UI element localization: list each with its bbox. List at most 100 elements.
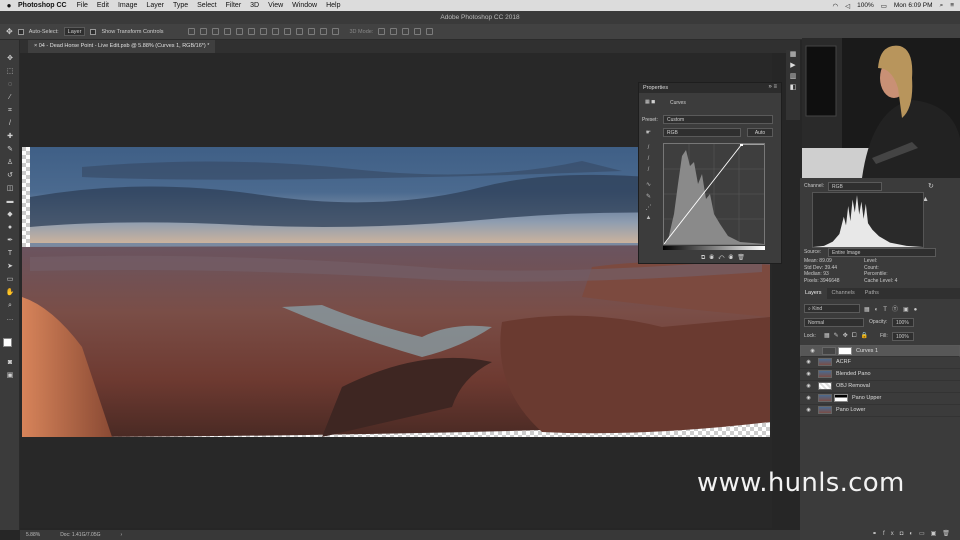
type-tool-icon[interactable]: T	[4, 249, 16, 259]
preset-dropdown[interactable]: Custom	[663, 115, 773, 124]
menu-help[interactable]: Help	[326, 2, 340, 9]
menu-app-name[interactable]: Photoshop CC	[18, 2, 67, 9]
panel-menu-icon[interactable]: » ≡	[768, 84, 777, 90]
refresh-icon[interactable]: ↻	[928, 182, 934, 190]
screen-mode-icon[interactable]: ▣	[4, 371, 16, 381]
blur-tool-icon[interactable]: ◆	[4, 210, 16, 220]
layer-row-acrf[interactable]: ◉ ACRF	[800, 357, 960, 369]
layer-row-pano-lower[interactable]: ◉ Pano Lower	[800, 405, 960, 417]
auto-select-checkbox[interactable]	[17, 28, 24, 35]
show-transform-checkbox[interactable]	[90, 28, 97, 35]
curve-point-icon[interactable]: ∿	[644, 181, 653, 189]
menu-filter[interactable]: Filter	[226, 2, 242, 9]
visibility-eye-icon[interactable]: ◉	[804, 395, 813, 401]
align-top-icon[interactable]	[187, 28, 195, 35]
menu-edit[interactable]: Edit	[97, 2, 109, 9]
visibility-eye-icon[interactable]: ◉	[804, 371, 813, 377]
histogram-channel-dropdown[interactable]: RGB	[828, 182, 882, 191]
brush-tool-icon[interactable]: ✎	[4, 145, 16, 155]
align-left-icon[interactable]	[223, 28, 231, 35]
eyedropper-black-icon[interactable]: /	[644, 145, 653, 153]
auto-button[interactable]: Auto	[747, 128, 773, 137]
apple-menu-icon[interactable]: ●	[0, 1, 18, 10]
targeted-adjust-icon[interactable]: ☛	[644, 129, 653, 137]
properties-footer-icons[interactable]: ⧉◉↶◉🗑	[701, 254, 749, 262]
menu-3d[interactable]: 3D	[250, 2, 259, 9]
3d-slide-icon[interactable]	[414, 28, 422, 35]
layer-mask-thumb[interactable]	[838, 346, 852, 355]
channel-dropdown[interactable]: RGB	[663, 128, 741, 137]
quick-mask-icon[interactable]: ◙	[4, 358, 16, 368]
layer-row-blended-pano[interactable]: ◉ Blended Pano	[800, 369, 960, 381]
menu-view[interactable]: View	[268, 2, 283, 9]
clock[interactable]: Mon 6:09 PM	[894, 2, 933, 9]
move-tool-icon[interactable]: ✥	[6, 27, 13, 36]
menu-select[interactable]: Select	[197, 2, 216, 9]
zoom-level[interactable]: 5.88%	[26, 532, 40, 538]
eyedropper-white-icon[interactable]: /	[644, 167, 653, 175]
lock-icons[interactable]: ▦✎✥⧠🔒	[824, 332, 872, 340]
adjustments-panel-icon[interactable]: ◧	[786, 83, 800, 94]
visibility-eye-icon[interactable]: ◉	[808, 347, 817, 355]
notification-icon[interactable]: ≡	[950, 2, 954, 9]
pen-tool-icon[interactable]: ✒	[4, 236, 16, 246]
status-arrow-icon[interactable]: ›	[121, 532, 123, 538]
more-tools-icon[interactable]: …	[4, 314, 16, 324]
history-brush-icon[interactable]: ↺	[4, 171, 16, 181]
spotlight-icon[interactable]: ⌕	[940, 2, 944, 10]
align-right-icon[interactable]	[247, 28, 255, 35]
align-vcenter-icon[interactable]	[199, 28, 207, 35]
tab-layers[interactable]: Layers	[800, 288, 827, 299]
menu-type[interactable]: Type	[173, 2, 188, 9]
filter-kind-dropdown[interactable]: ⌕ Kind	[804, 304, 860, 313]
document-tab[interactable]: × 04 - Dead Horse Point - Live Edit.psb …	[28, 40, 216, 53]
healing-brush-icon[interactable]: ✚	[4, 132, 16, 142]
clone-stamp-icon[interactable]: ♙	[4, 158, 16, 168]
layer-filter-icons[interactable]: ▦◐TⓉ▣●	[864, 304, 922, 313]
wifi-icon[interactable]: ◠	[832, 2, 838, 10]
menu-file[interactable]: File	[77, 2, 88, 9]
layer-row-pano-upper[interactable]: ◉ Pano Upper	[800, 393, 960, 405]
distribute-top-icon[interactable]	[259, 28, 267, 35]
auto-select-dropdown[interactable]: Layer	[63, 27, 86, 36]
eraser-tool-icon[interactable]: ◫	[4, 184, 16, 194]
fill-input[interactable]: 100%	[892, 332, 914, 341]
source-dropdown[interactable]: Entire Image	[828, 248, 936, 257]
distribute-bottom-icon[interactable]	[283, 28, 291, 35]
visibility-eye-icon[interactable]: ◉	[804, 383, 813, 389]
clipping-warning-icon[interactable]: ▲	[644, 215, 653, 223]
properties-title[interactable]: Properties	[639, 83, 781, 93]
lasso-tool-icon[interactable]: ◌	[4, 80, 16, 90]
foreground-color-swatch[interactable]	[3, 338, 12, 347]
eyedropper-tool-icon[interactable]: /	[4, 119, 16, 129]
battery-percent[interactable]: 100%	[857, 2, 874, 9]
quick-select-tool-icon[interactable]: ⁄	[4, 93, 16, 103]
align-hcenter-icon[interactable]	[235, 28, 243, 35]
layer-mask-thumb[interactable]	[834, 394, 848, 403]
distribute-hcenter-icon[interactable]	[307, 28, 315, 35]
tool-presets-icon[interactable]: ▦	[786, 50, 800, 61]
3d-roll-icon[interactable]	[390, 28, 398, 35]
3d-scale-icon[interactable]	[426, 28, 434, 35]
doc-size[interactable]: Doc: 1.41G/7.05G	[60, 532, 100, 538]
curves-input-slider[interactable]	[663, 246, 765, 250]
crop-tool-icon[interactable]: ⌗	[4, 106, 16, 116]
distribute-right-icon[interactable]	[319, 28, 327, 35]
histogram-panel-icon[interactable]: ▥	[786, 72, 800, 83]
marquee-tool-icon[interactable]: ⬚	[4, 67, 16, 77]
visibility-eye-icon[interactable]: ◉	[804, 359, 813, 365]
distribute-vcenter-icon[interactable]	[271, 28, 279, 35]
shape-tool-icon[interactable]: ▭	[4, 275, 16, 285]
smooth-icon[interactable]: ⋰	[644, 204, 653, 212]
tab-paths[interactable]: Paths	[860, 288, 884, 299]
play-actions-icon[interactable]: ▶	[786, 61, 800, 72]
auto-align-icon[interactable]	[331, 28, 339, 35]
blend-mode-dropdown[interactable]: Normal	[804, 318, 864, 327]
pencil-draw-icon[interactable]: ✎	[644, 193, 653, 201]
layers-footer-icons[interactable]: ⚭fx◘◐▭▣🗑	[872, 530, 956, 537]
distribute-left-icon[interactable]	[295, 28, 303, 35]
align-bottom-icon[interactable]	[211, 28, 219, 35]
menu-image[interactable]: Image	[118, 2, 137, 9]
3d-orbit-icon[interactable]	[378, 28, 386, 35]
eyedropper-gray-icon[interactable]: /	[644, 156, 653, 164]
